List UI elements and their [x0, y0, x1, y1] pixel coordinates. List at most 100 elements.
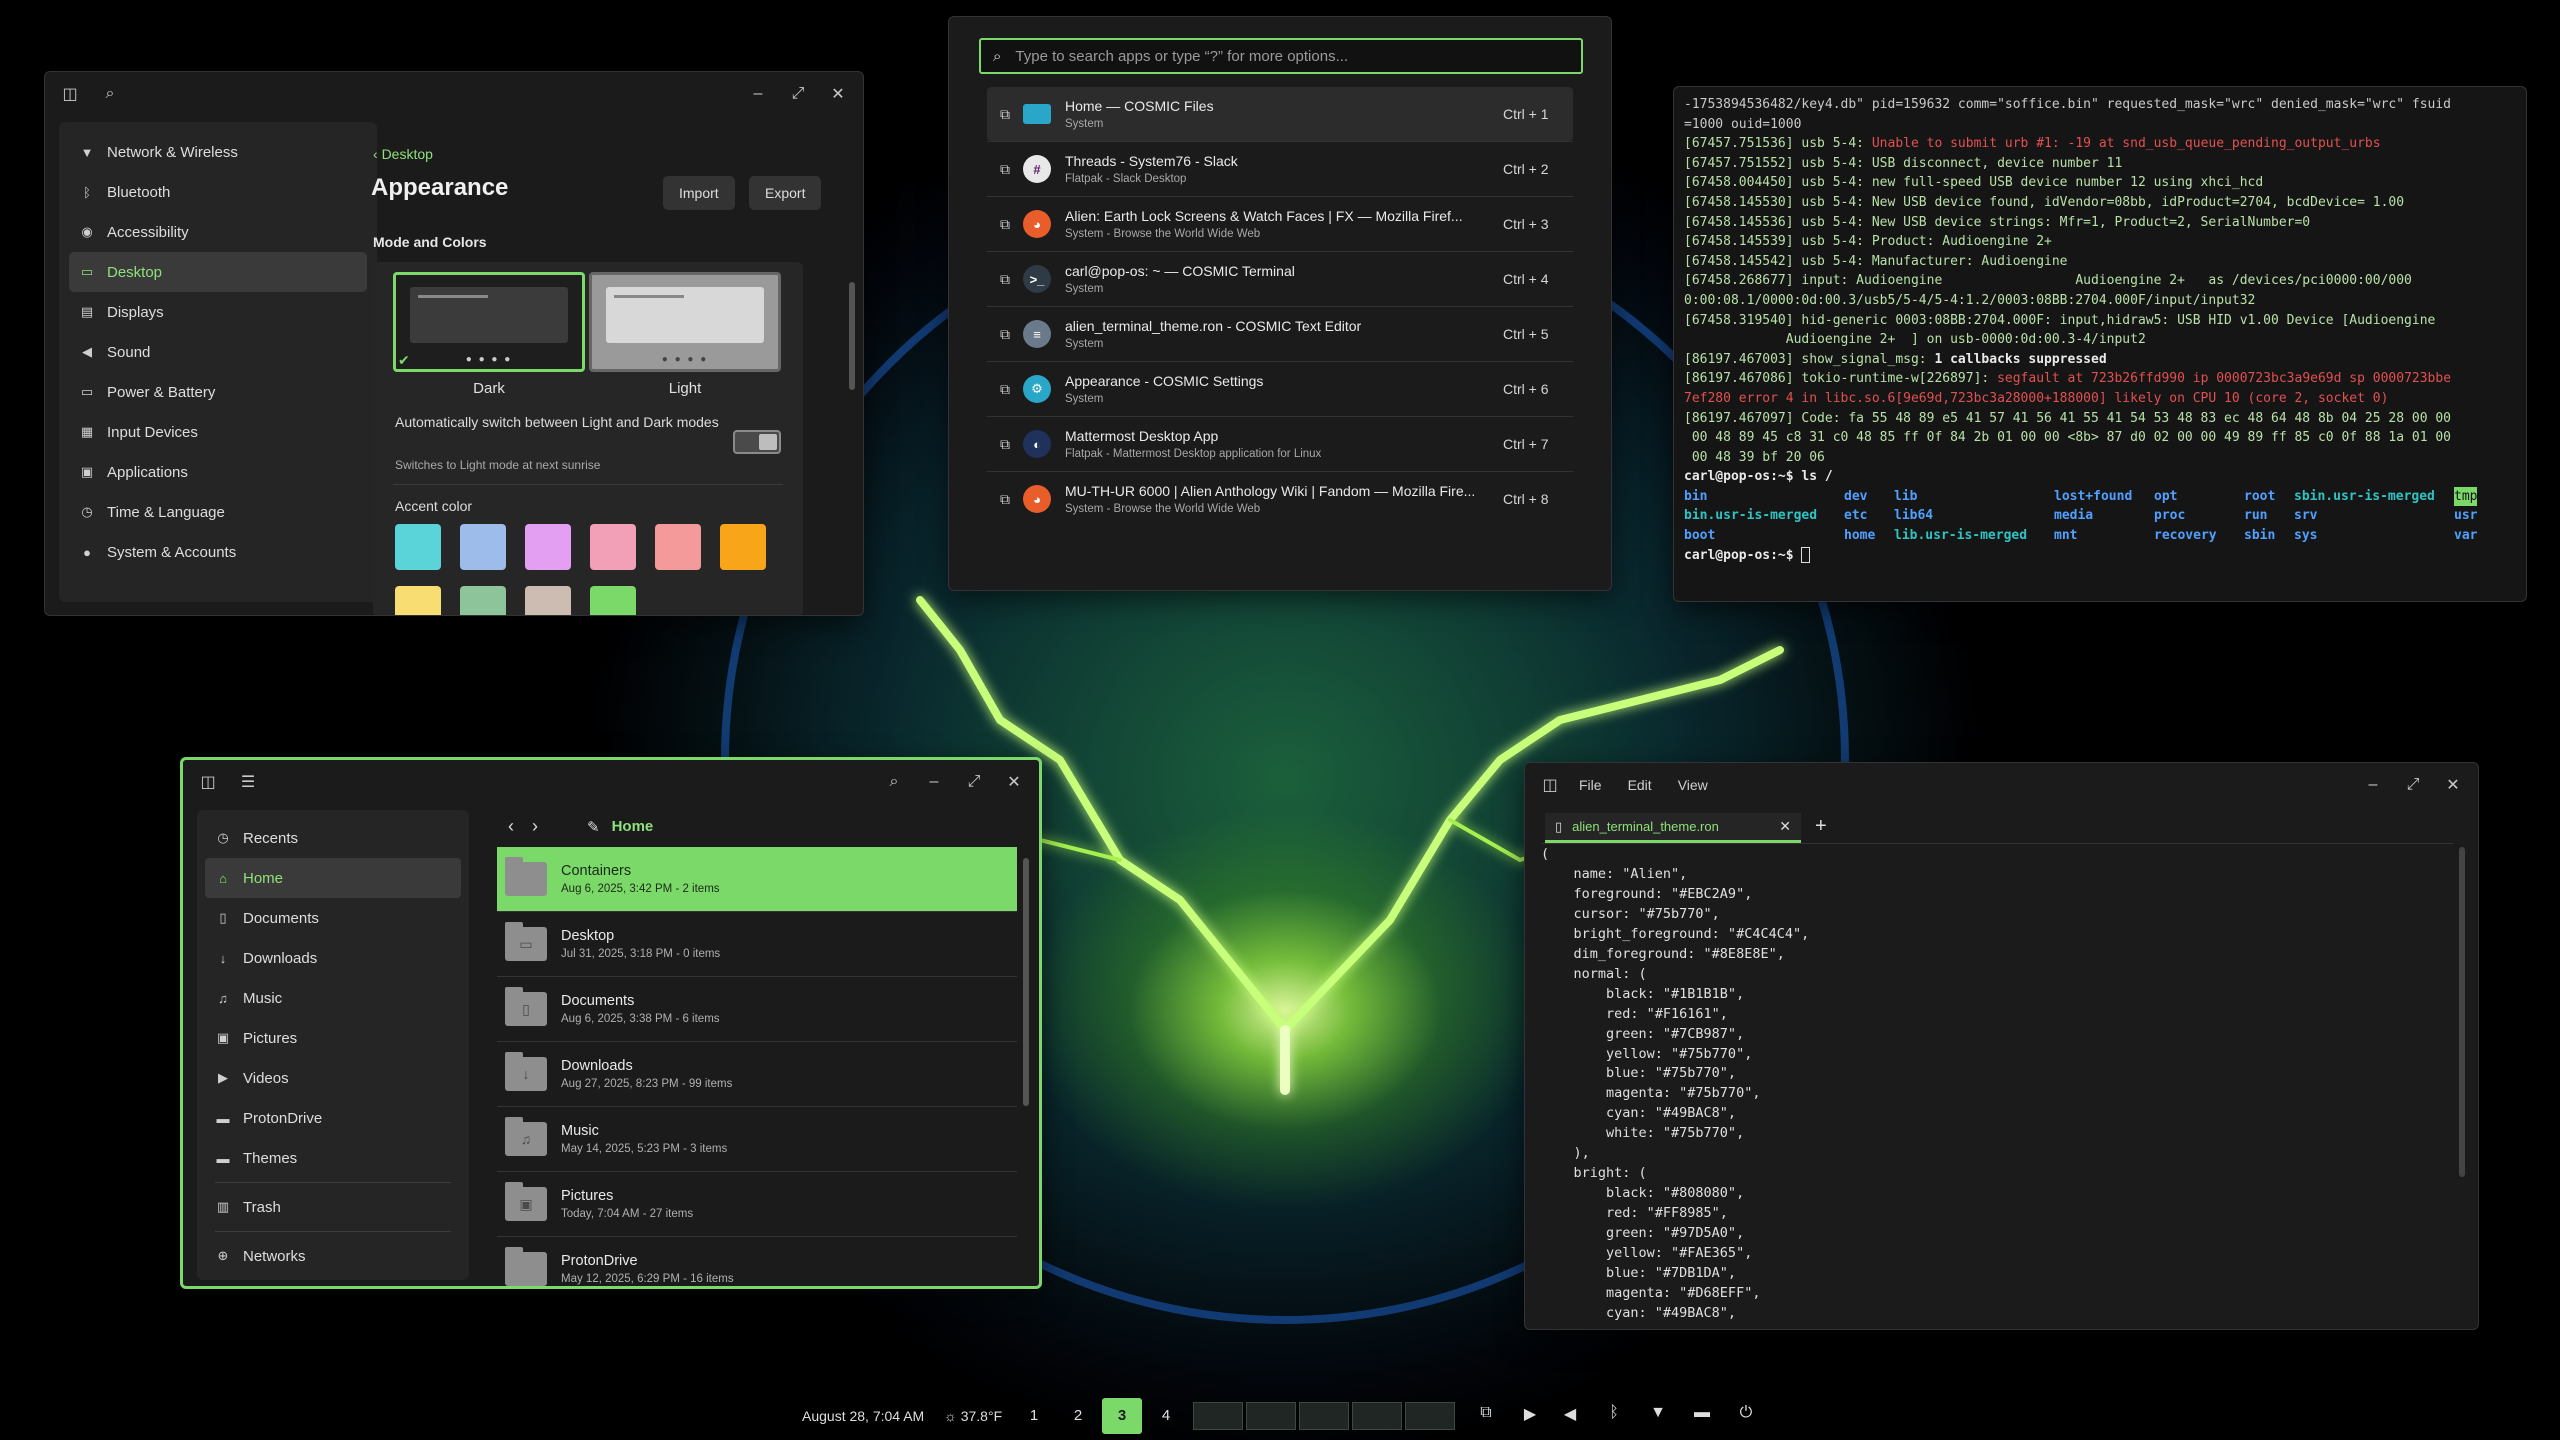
sidebar-item-pictures[interactable]: ▣ Pictures: [205, 1018, 461, 1058]
export-button[interactable]: Export: [749, 176, 822, 210]
workspace-3[interactable]: 3: [1102, 1398, 1142, 1434]
breadcrumb[interactable]: ‹ Desktop: [373, 146, 433, 162]
maximize-button[interactable]: ⤢: [2402, 776, 2424, 794]
import-button[interactable]: Import: [663, 176, 735, 210]
close-button[interactable]: ✕: [2442, 775, 2464, 795]
menu-file[interactable]: File: [1579, 777, 1602, 793]
file-row[interactable]: ↓ Downloads Aug 27, 2025, 8:23 PM - 99 ite…: [497, 1042, 1017, 1106]
accent-swatch[interactable]: [525, 586, 571, 615]
file-row[interactable]: ▭ Desktop Jul 31, 2025, 3:18 PM - 0 items: [497, 912, 1017, 976]
launcher-result[interactable]: ⧉ ◕ Alien: Earth Lock Screens & Watch Face…: [987, 197, 1573, 251]
sidebar-item-downloads[interactable]: ↓ Downloads: [205, 938, 461, 978]
notifications-icon[interactable]: ▬: [1690, 1404, 1714, 1422]
panel-weather[interactable]: ☼ 37.8°F: [944, 1404, 1002, 1428]
sidebar-item-recents[interactable]: ◷ Recents: [205, 818, 461, 858]
light-theme-option[interactable]: ● ● ● ●: [589, 272, 781, 372]
wifi-icon[interactable]: ▼: [1646, 1404, 1670, 1422]
sidebar-item-trash[interactable]: ▥ Trash: [205, 1187, 461, 1227]
sidebar-item-music[interactable]: ♫ Music: [205, 978, 461, 1018]
accent-swatch[interactable]: [460, 524, 506, 570]
workspace-4[interactable]: 4: [1146, 1398, 1186, 1434]
editor-text-area[interactable]: ( name: "Alien", foreground: "#EBC2A9", …: [1541, 845, 2441, 1324]
bluetooth-icon[interactable]: ᛒ: [1602, 1404, 1626, 1422]
settings-scrollbar[interactable]: [849, 282, 855, 390]
accent-swatch[interactable]: [590, 524, 636, 570]
launcher-result[interactable]: ⧉ >_ carl@pop-os: ~ — COSMIC Terminal Syste…: [987, 252, 1573, 306]
sidebar-item-applications[interactable]: ▣ Applications: [69, 452, 367, 492]
close-button[interactable]: ✕: [1003, 772, 1025, 792]
gpu-monitor[interactable]: [1352, 1402, 1402, 1430]
accent-swatch[interactable]: [655, 524, 701, 570]
close-tab-icon[interactable]: ✕: [1779, 818, 1791, 835]
search-icon[interactable]: ⌕: [883, 773, 905, 791]
file-row[interactable]: ▯ Documents Aug 6, 2025, 3:38 PM - 6 items: [497, 977, 1017, 1041]
terminal-window[interactable]: -1753894536482/key4.db" pid=159632 comm=…: [1673, 86, 2527, 602]
file-row[interactable]: ProtonDrive May 12, 2025, 6:29 PM - 16 it…: [497, 1237, 1017, 1286]
sidebar-item-bluetooth[interactable]: ᛒ Bluetooth: [69, 172, 367, 212]
minimize-button[interactable]: –: [923, 773, 945, 791]
panel-clock[interactable]: August 28, 7:04 AM: [802, 1404, 924, 1428]
sidebar-item-videos[interactable]: ▶ Videos: [205, 1058, 461, 1098]
disk-monitor[interactable]: [1405, 1402, 1455, 1430]
auto-switch-toggle[interactable]: [733, 430, 781, 454]
menu-edit[interactable]: Edit: [1628, 777, 1652, 793]
sidebar-item-home[interactable]: ⌂ Home: [205, 858, 461, 898]
volume-icon[interactable]: ◀: [1558, 1404, 1582, 1424]
accent-swatch[interactable]: [395, 524, 441, 570]
search-icon[interactable]: ⌕: [99, 85, 121, 103]
sidebar-item-themes[interactable]: ▬ Themes: [205, 1138, 461, 1178]
launcher-result[interactable]: ⧉ ◐ Mattermost Desktop App Flatpak - Matter…: [987, 417, 1573, 471]
accent-swatch[interactable]: ✔: [590, 586, 636, 615]
sidebar-item-documents[interactable]: ▯ Documents: [205, 898, 461, 938]
dark-theme-option[interactable]: ● ● ● ● ✔: [393, 272, 585, 372]
minimize-button[interactable]: –: [747, 85, 769, 103]
sidebar-item-accessibility[interactable]: ◉ Accessibility: [69, 212, 367, 252]
accent-swatch[interactable]: [525, 524, 571, 570]
file-row[interactable]: ♫ Music May 14, 2025, 5:23 PM - 3 items: [497, 1107, 1017, 1171]
memory-monitor[interactable]: [1246, 1402, 1296, 1430]
sidebar-item-sound[interactable]: ◀ Sound: [69, 332, 367, 372]
minimize-button[interactable]: –: [2362, 776, 2384, 794]
workspace-2[interactable]: 2: [1058, 1398, 1098, 1434]
sidebar-item-input-devices[interactable]: ▦ Input Devices: [69, 412, 367, 452]
sidebar-item-protondrive[interactable]: ▬ ProtonDrive: [205, 1098, 461, 1138]
location-bar[interactable]: ✎ Home: [587, 818, 653, 836]
launcher-result[interactable]: ⧉ # Threads - System76 - Slack Flatpak - Sl…: [987, 142, 1573, 196]
window-list-icon[interactable]: ⧉: [1474, 1404, 1498, 1422]
accent-swatch[interactable]: [395, 586, 441, 615]
forward-icon[interactable]: ›: [532, 816, 538, 837]
sidebar-item-power-battery[interactable]: ▭ Power & Battery: [69, 372, 367, 412]
launcher-result[interactable]: ⧉ Home — COSMIC Files System Ctrl + 1: [987, 87, 1573, 141]
cpu-monitor[interactable]: [1193, 1402, 1243, 1430]
edit-path-icon[interactable]: ✎: [587, 818, 600, 836]
sidebar-item-system-accounts[interactable]: ● System & Accounts: [69, 532, 367, 572]
file-row[interactable]: ▣ Pictures Today, 7:04 AM - 27 items: [497, 1172, 1017, 1236]
files-scrollbar[interactable]: [1023, 858, 1029, 1106]
close-button[interactable]: ✕: [827, 84, 849, 104]
sidebar-toggle-icon[interactable]: ◫: [197, 772, 219, 792]
menu-icon[interactable]: ☰: [237, 772, 259, 792]
sidebar-toggle-icon[interactable]: ◫: [1539, 775, 1561, 795]
maximize-button[interactable]: ⤢: [787, 85, 809, 103]
play-icon[interactable]: ▶: [1518, 1404, 1542, 1424]
editor-scrollbar[interactable]: [2459, 847, 2465, 1177]
sidebar-item-time-language[interactable]: ◷ Time & Language: [69, 492, 367, 532]
file-row[interactable]: Containers Aug 6, 2025, 3:42 PM - 2 items: [497, 847, 1017, 911]
accent-swatch[interactable]: [460, 586, 506, 615]
sidebar-item-networks[interactable]: ⊕ Networks: [205, 1236, 461, 1276]
sidebar-item-desktop[interactable]: ▭ Desktop: [69, 252, 367, 292]
new-tab-icon[interactable]: +: [1815, 815, 1827, 838]
back-icon[interactable]: ‹: [508, 816, 514, 837]
network-monitor[interactable]: [1299, 1402, 1349, 1430]
workspace-1[interactable]: 1: [1014, 1398, 1054, 1434]
maximize-button[interactable]: ⤢: [963, 773, 985, 791]
power-icon[interactable]: ⏻: [1734, 1404, 1758, 1422]
launcher-search-input[interactable]: ⌕ Type to search apps or type “?” for mo…: [979, 38, 1583, 74]
sidebar-toggle-icon[interactable]: ◫: [59, 84, 81, 104]
sidebar-item-displays[interactable]: ▤ Displays: [69, 292, 367, 332]
launcher-result[interactable]: ⧉ ◕ MU-TH-UR 6000 | Alien Anthology Wiki |…: [987, 472, 1573, 526]
launcher-result[interactable]: ⧉ ⚙ Appearance - COSMIC Settings System Ctrl…: [987, 362, 1573, 416]
editor-tab[interactable]: ▯ alien_terminal_theme.ron ✕: [1545, 813, 1801, 843]
menu-view[interactable]: View: [1678, 777, 1708, 793]
sidebar-item-network-wireless[interactable]: ▼ Network & Wireless: [69, 132, 367, 172]
